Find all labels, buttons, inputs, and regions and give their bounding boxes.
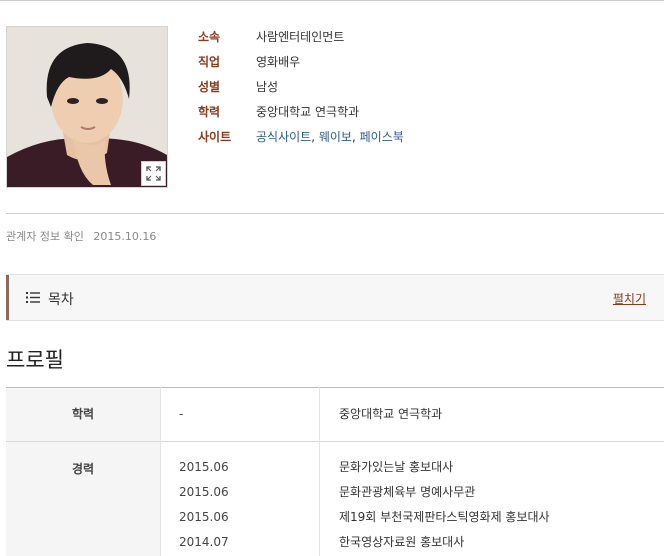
expand-icon bbox=[146, 166, 161, 181]
site-links: 공식사이트, 웨이보, 페이스북 bbox=[256, 128, 404, 145]
official-site-link[interactable]: 공식사이트 bbox=[256, 130, 311, 144]
expand-photo-button[interactable] bbox=[141, 161, 166, 186]
confirm-date: 2015.10.16 bbox=[93, 230, 156, 243]
info-key: 학력 bbox=[198, 103, 256, 120]
career-year: 2015.06 bbox=[179, 455, 318, 480]
table-of-contents: 목차 펼치기 bbox=[6, 274, 664, 321]
career-year: 2015.06 bbox=[179, 505, 318, 530]
info-row-site: 사이트 공식사이트, 웨이보, 페이스북 bbox=[198, 124, 404, 149]
info-value: 사람엔터테인먼트 bbox=[256, 28, 344, 45]
top-divider bbox=[0, 0, 664, 1]
info-key: 성별 bbox=[198, 78, 256, 95]
info-row-occupation: 직업 영화배우 bbox=[198, 49, 404, 74]
profile-photo[interactable] bbox=[6, 26, 168, 188]
table-row: 경력 2015.06 2015.06 2015.06 2014.07 문화가있는… bbox=[6, 442, 664, 556]
info-row-gender: 성별 남성 bbox=[198, 74, 404, 99]
career-desc: 문화관광체육부 명예사무관 bbox=[339, 480, 663, 505]
info-value: 중앙대학교 연극학과 bbox=[256, 103, 359, 120]
section-title: 프로필 bbox=[6, 344, 64, 374]
career-desc: 제19회 부천국제판타스틱영화제 홍보대사 bbox=[339, 505, 663, 530]
year-cell: - bbox=[161, 388, 320, 442]
info-value: 남성 bbox=[256, 78, 278, 95]
row-header: 학력 bbox=[6, 388, 161, 442]
career-desc: 한국영상자료원 홍보대사 bbox=[339, 530, 663, 555]
divider bbox=[6, 213, 664, 214]
career-desc: 문화가있는날 홍보대사 bbox=[339, 455, 663, 480]
desc-cell: 중앙대학교 연극학과 bbox=[320, 388, 664, 442]
toc-expand-link[interactable]: 펼치기 bbox=[613, 290, 646, 307]
info-key: 직업 bbox=[198, 53, 256, 70]
desc-cell: 문화가있는날 홍보대사 문화관광체육부 명예사무관 제19회 부천국제판타스틱영… bbox=[320, 442, 664, 556]
info-confirm: 관계자 정보 확인 2015.10.16 bbox=[6, 228, 156, 244]
facebook-link[interactable]: 페이스북 bbox=[360, 130, 404, 144]
info-value: 영화배우 bbox=[256, 53, 300, 70]
info-row-agency: 소속 사람엔터테인먼트 bbox=[198, 24, 404, 49]
weibo-link[interactable]: 웨이보 bbox=[319, 130, 352, 144]
toc-title: 목차 bbox=[48, 289, 74, 309]
career-year: 2014.07 bbox=[179, 530, 318, 555]
list-icon bbox=[26, 291, 40, 304]
year-cell: 2015.06 2015.06 2015.06 2014.07 bbox=[161, 442, 320, 556]
profile-table: 학력 - 중앙대학교 연극학과 경력 2015.06 2015.06 2015.… bbox=[6, 387, 664, 556]
row-header: 경력 bbox=[6, 442, 161, 556]
toc-accent-bar bbox=[6, 275, 9, 320]
career-year: 2015.06 bbox=[179, 480, 318, 505]
person-info: 소속 사람엔터테인먼트 직업 영화배우 성별 남성 학력 중앙대학교 연극학과 … bbox=[198, 24, 404, 149]
table-row: 학력 - 중앙대학교 연극학과 bbox=[6, 388, 664, 442]
info-row-education: 학력 중앙대학교 연극학과 bbox=[198, 99, 404, 124]
confirm-label: 관계자 정보 확인 bbox=[6, 230, 84, 243]
info-key: 사이트 bbox=[198, 128, 256, 145]
info-key: 소속 bbox=[198, 28, 256, 45]
